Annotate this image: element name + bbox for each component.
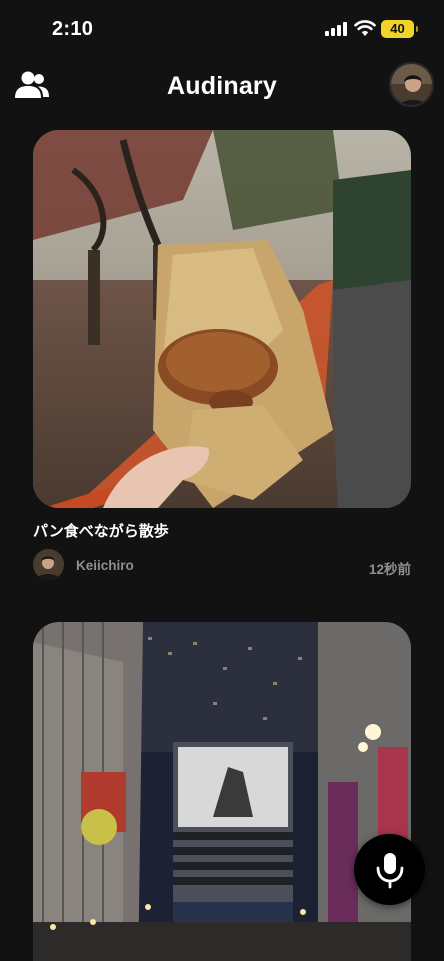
profile-avatar[interactable]: [389, 62, 434, 107]
post-caption: パン食べながら散歩: [33, 523, 169, 540]
record-voice-button[interactable]: [354, 834, 425, 905]
author-name[interactable]: Keiichiro: [76, 558, 134, 573]
app-title: Audinary: [167, 72, 277, 100]
status-bar: 2:10 40: [0, 0, 444, 58]
city-night-photo: [33, 622, 411, 961]
post-author-row[interactable]: Keiichiro 12秒前: [33, 548, 411, 582]
post-image[interactable]: [33, 622, 411, 961]
wifi-icon: [354, 20, 376, 36]
microphone-icon: [376, 852, 403, 888]
author-avatar[interactable]: [33, 549, 64, 580]
status-time: 2:10: [52, 18, 94, 40]
bagel-photo: [33, 130, 411, 508]
app-header: Audinary: [0, 58, 444, 118]
author-avatar-icon: [33, 549, 64, 580]
post-image[interactable]: [33, 130, 411, 508]
battery-icon: 40: [381, 20, 418, 38]
cellular-signal-icon: [325, 22, 347, 36]
post-timestamp: 12秒前: [368, 562, 411, 577]
